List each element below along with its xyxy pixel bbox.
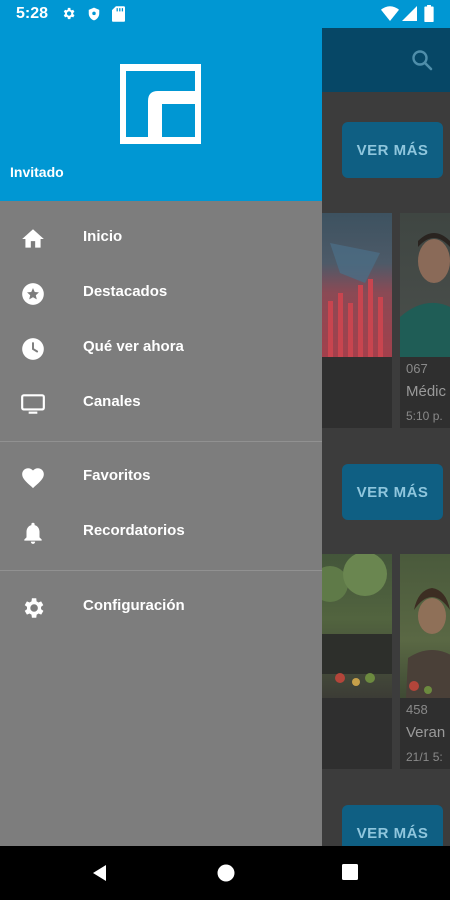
channel-number: 458 — [406, 702, 428, 717]
battery-icon — [424, 5, 434, 27]
menu-item-recordatorios[interactable]: Recordatorios — [0, 505, 322, 560]
program-title: Veran — [406, 724, 446, 741]
program-card[interactable] — [310, 554, 392, 769]
program-time: 5:10 p. — [406, 409, 443, 423]
see-more-button[interactable]: VER MÁS — [342, 122, 443, 178]
shield-icon — [87, 6, 101, 27]
home-button-icon[interactable] — [216, 863, 236, 888]
system-navigation-bar — [0, 846, 450, 900]
menu-item-label: Destacados — [83, 283, 168, 300]
menu-item-favoritos[interactable]: Favoritos — [0, 450, 322, 505]
home-icon — [20, 226, 46, 252]
program-thumbnail — [310, 213, 392, 357]
program-card[interactable]: 458 Veran 21/1 5: — [400, 554, 450, 769]
menu-item-canales[interactable]: Canales — [0, 376, 322, 431]
app-logo — [120, 64, 201, 144]
program-title: Médic — [406, 383, 447, 400]
clock-icon — [20, 336, 46, 362]
menu-item-label: Canales — [83, 393, 141, 410]
drawer-header: Invitado — [0, 0, 322, 201]
tv-icon — [20, 391, 46, 417]
star-icon — [20, 281, 46, 307]
program-card[interactable]: 067 Médic 5:10 p. — [400, 213, 450, 428]
menu-item-destacados[interactable]: Destacados — [0, 266, 322, 321]
see-more-button[interactable]: VER MÁS — [342, 464, 443, 520]
sd-card-icon — [112, 6, 125, 27]
recents-icon[interactable] — [341, 863, 359, 886]
program-thumbnail — [400, 213, 450, 357]
search-icon[interactable] — [410, 48, 434, 77]
signal-icon — [402, 6, 417, 26]
menu-item-configuracion[interactable]: Configuración — [0, 580, 322, 635]
back-icon[interactable] — [90, 863, 110, 888]
program-time: 21/1 5: — [406, 750, 443, 764]
user-name: Invitado — [10, 164, 64, 180]
program-card[interactable] — [310, 213, 392, 428]
menu-item-label: Qué ver ahora — [83, 338, 184, 355]
drawer-divider — [0, 441, 322, 442]
navigation-drawer: Invitado Inicio Destacados Qué ver ahora… — [0, 0, 322, 846]
gear-icon — [20, 595, 46, 621]
channel-number: 067 — [406, 361, 428, 376]
menu-item-label: Favoritos — [83, 467, 151, 484]
menu-item-label: Recordatorios — [83, 522, 185, 539]
program-thumbnail — [400, 554, 450, 698]
status-bar: 5:28 — [0, 0, 450, 28]
menu-item-label: Configuración — [83, 597, 185, 614]
wifi-icon — [381, 6, 399, 26]
gear-icon — [61, 6, 76, 26]
bell-icon — [20, 520, 46, 546]
drawer-divider — [0, 570, 322, 571]
menu-item-que-ver-ahora[interactable]: Qué ver ahora — [0, 321, 322, 376]
menu-item-inicio[interactable]: Inicio — [0, 211, 322, 266]
menu-item-label: Inicio — [83, 228, 123, 245]
program-thumbnail — [310, 554, 392, 698]
heart-icon — [20, 465, 46, 491]
status-time: 5:28 — [16, 5, 49, 22]
